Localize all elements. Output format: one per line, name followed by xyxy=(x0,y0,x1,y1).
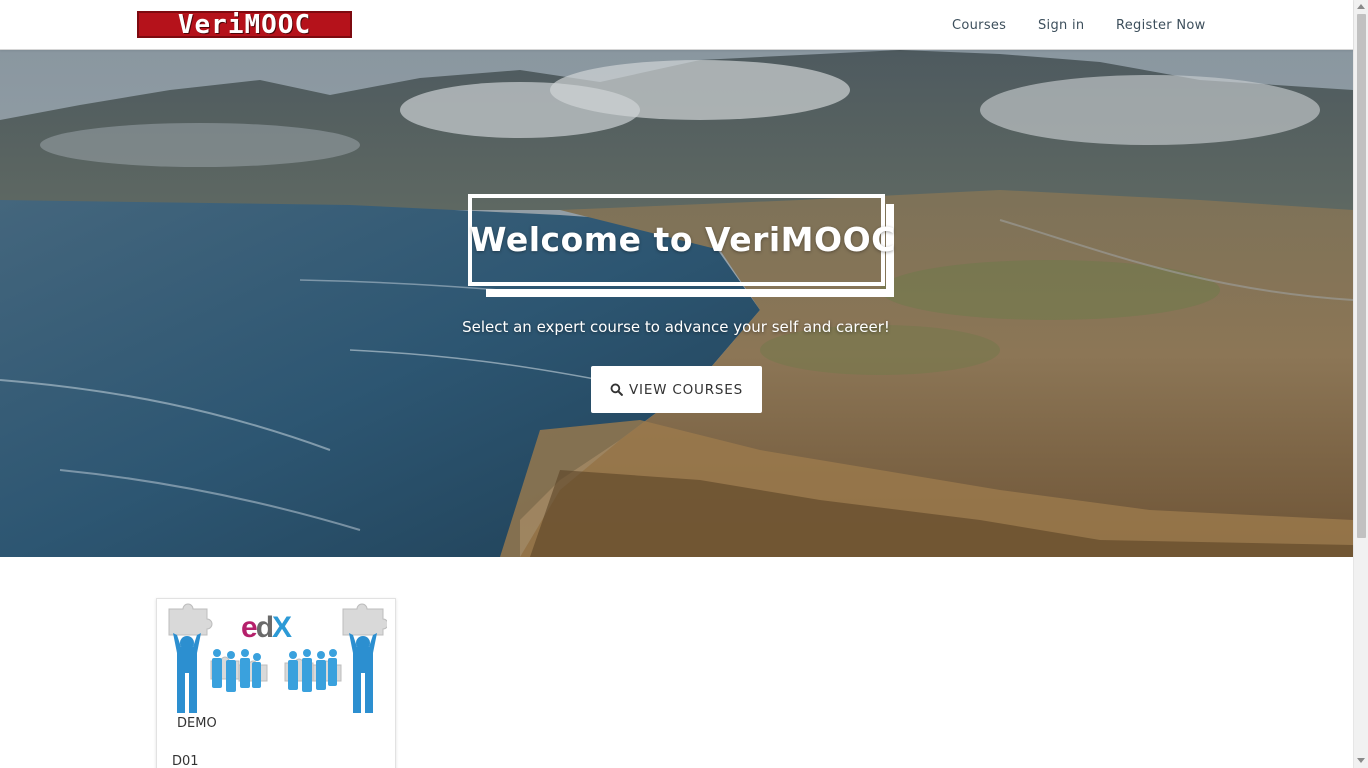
nav-item-courses: Courses xyxy=(952,0,1006,50)
nav-sign-in-link[interactable]: Sign in xyxy=(1038,18,1084,33)
nav-register-link[interactable]: Register Now xyxy=(1116,18,1206,33)
view-courses-label: VIEW COURSES xyxy=(629,381,743,398)
site-logo[interactable]: VeriMOOC xyxy=(137,11,352,38)
hero-title: Welcome to VeriMOOC xyxy=(470,220,896,259)
nav-courses-link[interactable]: Courses xyxy=(952,18,1006,33)
scroll-up-arrow-icon[interactable] xyxy=(1357,4,1365,9)
search-icon xyxy=(610,383,623,396)
course-card[interactable]: edX DEMO D01 xyxy=(156,598,396,768)
hero-subtitle: Select an expert course to advance your … xyxy=(462,318,890,336)
edx-logo: edX xyxy=(241,611,292,644)
page-scrollbar[interactable] xyxy=(1353,0,1368,768)
hero-background-image xyxy=(0,50,1353,557)
logo-text: VeriMOOC xyxy=(177,9,312,40)
course-thumbnail: edX xyxy=(168,603,387,713)
view-courses-button[interactable]: VIEW COURSES xyxy=(591,366,762,413)
course-image-label: DEMO xyxy=(177,716,217,731)
hero-banner: Welcome to VeriMOOC Select an expert cou… xyxy=(0,50,1353,557)
course-code[interactable]: D01 xyxy=(172,754,199,768)
nav-item-sign-in: Sign in xyxy=(1038,0,1084,50)
site-header: VeriMOOC Courses Sign in Register Now xyxy=(0,0,1353,50)
nav-item-register: Register Now xyxy=(1116,0,1206,50)
scrollbar-thumb[interactable] xyxy=(1357,14,1366,538)
scroll-down-arrow-icon[interactable] xyxy=(1357,758,1365,763)
